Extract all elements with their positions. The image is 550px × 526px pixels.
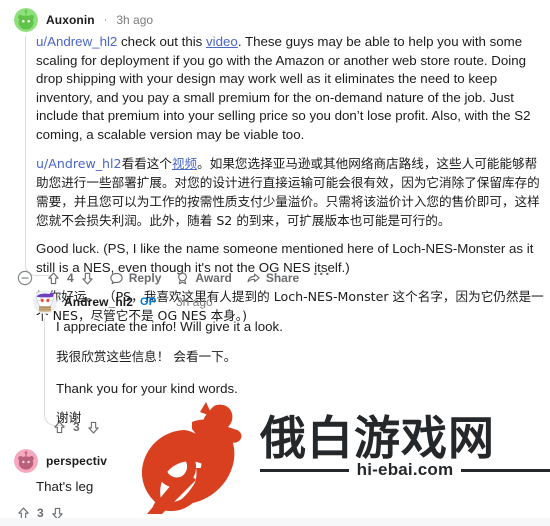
share-arrow-icon <box>246 271 261 286</box>
comment-timestamp: 3h ago <box>116 13 154 27</box>
user-mention-link[interactable]: u/Andrew_hl2 <box>36 34 117 49</box>
circle-minus-icon[interactable] <box>16 269 34 287</box>
comment-author-name[interactable]: Andrew_hl2 <box>64 295 133 309</box>
comment-header-auxonin: Auxonin · 3h ago <box>14 8 153 32</box>
comment-paragraph-en-1: I appreciate the info! Will give it a lo… <box>56 319 283 334</box>
upvote-arrow-icon[interactable] <box>52 420 67 435</box>
reply-button[interactable]: Reply <box>109 271 162 286</box>
reddit-comment-thread: Auxonin · 3h ago u/Andrew_hl2 check out … <box>0 0 550 526</box>
comment-action-bar: 4 Reply Award Share ··· <box>16 266 331 290</box>
watermark-url-row: hi-ebai.com <box>260 460 550 480</box>
paragraph-text-part: check out this <box>117 34 207 49</box>
vote-group: 4 <box>46 271 95 286</box>
watermark-rule-left <box>260 468 349 472</box>
comment-paragraph-zh-1: u/Andrew_hl2看看这个视频。如果您选择亚马逊或其他网络商店路线，这些人… <box>36 154 544 230</box>
comment-header-andrew: Andrew_hl2 OP · 3h ago <box>33 290 213 314</box>
meta-separator: · <box>103 14 108 26</box>
comment-paragraph-en-2: Thank you for your kind words. <box>56 380 238 396</box>
comment-paragraph-zh-2: 谢谢 <box>56 410 82 425</box>
watermark-url: hi-ebai.com <box>356 460 454 479</box>
comment-paragraph-en-1: u/Andrew_hl2 check out this video. These… <box>36 33 544 144</box>
comment-action-bar-nested: 3 <box>52 416 115 438</box>
award-badge-icon <box>175 271 190 286</box>
video-link[interactable]: video <box>206 34 238 49</box>
vote-count: 4 <box>67 271 74 285</box>
comment-author-name[interactable]: perspectiv <box>46 454 107 468</box>
avatar-perspectiv[interactable] <box>14 449 38 473</box>
paragraph-text-part: . These guys may be able to help you wit… <box>36 34 531 142</box>
bottom-divider <box>0 518 550 526</box>
share-button[interactable]: Share <box>246 271 299 286</box>
more-options-icon[interactable]: ··· <box>313 267 331 285</box>
vote-group: 3 <box>52 420 101 435</box>
award-label: Award <box>195 271 232 285</box>
comment-bubble-icon <box>109 271 124 286</box>
watermark-rule-right <box>461 468 550 472</box>
user-mention-link-zh[interactable]: u/Andrew_hl2 <box>36 156 122 171</box>
op-badge: OP <box>140 296 157 308</box>
meta-separator: · <box>164 296 168 308</box>
comment-header-perspectiv: perspectiv <box>14 449 107 473</box>
comment-author-name[interactable]: Auxonin <box>46 13 95 27</box>
avatar-andrew-hl2[interactable] <box>33 290 57 314</box>
comment-paragraph-en-1: That's leg <box>36 479 94 494</box>
video-link-zh[interactable]: 视频 <box>172 156 197 171</box>
comment-body-andrew: I appreciate the info! Will give it a lo… <box>56 318 526 427</box>
downvote-arrow-icon[interactable] <box>80 271 95 286</box>
downvote-arrow-icon[interactable] <box>86 420 101 435</box>
reply-label: Reply <box>128 271 162 285</box>
avatar-auxonin[interactable] <box>14 8 38 32</box>
award-button[interactable]: Award <box>175 271 232 286</box>
upvote-arrow-icon[interactable] <box>46 271 61 286</box>
comment-body-perspectiv: That's leg <box>36 478 336 497</box>
share-label: Share <box>265 271 300 285</box>
comment-paragraph-zh-1: 我很欣赏这些信息！ 会看一下。 <box>56 348 237 364</box>
vote-count: 3 <box>73 420 80 434</box>
comment-timestamp: 3h ago <box>175 295 213 309</box>
paragraph-text-part: 看看这个 <box>121 156 172 171</box>
